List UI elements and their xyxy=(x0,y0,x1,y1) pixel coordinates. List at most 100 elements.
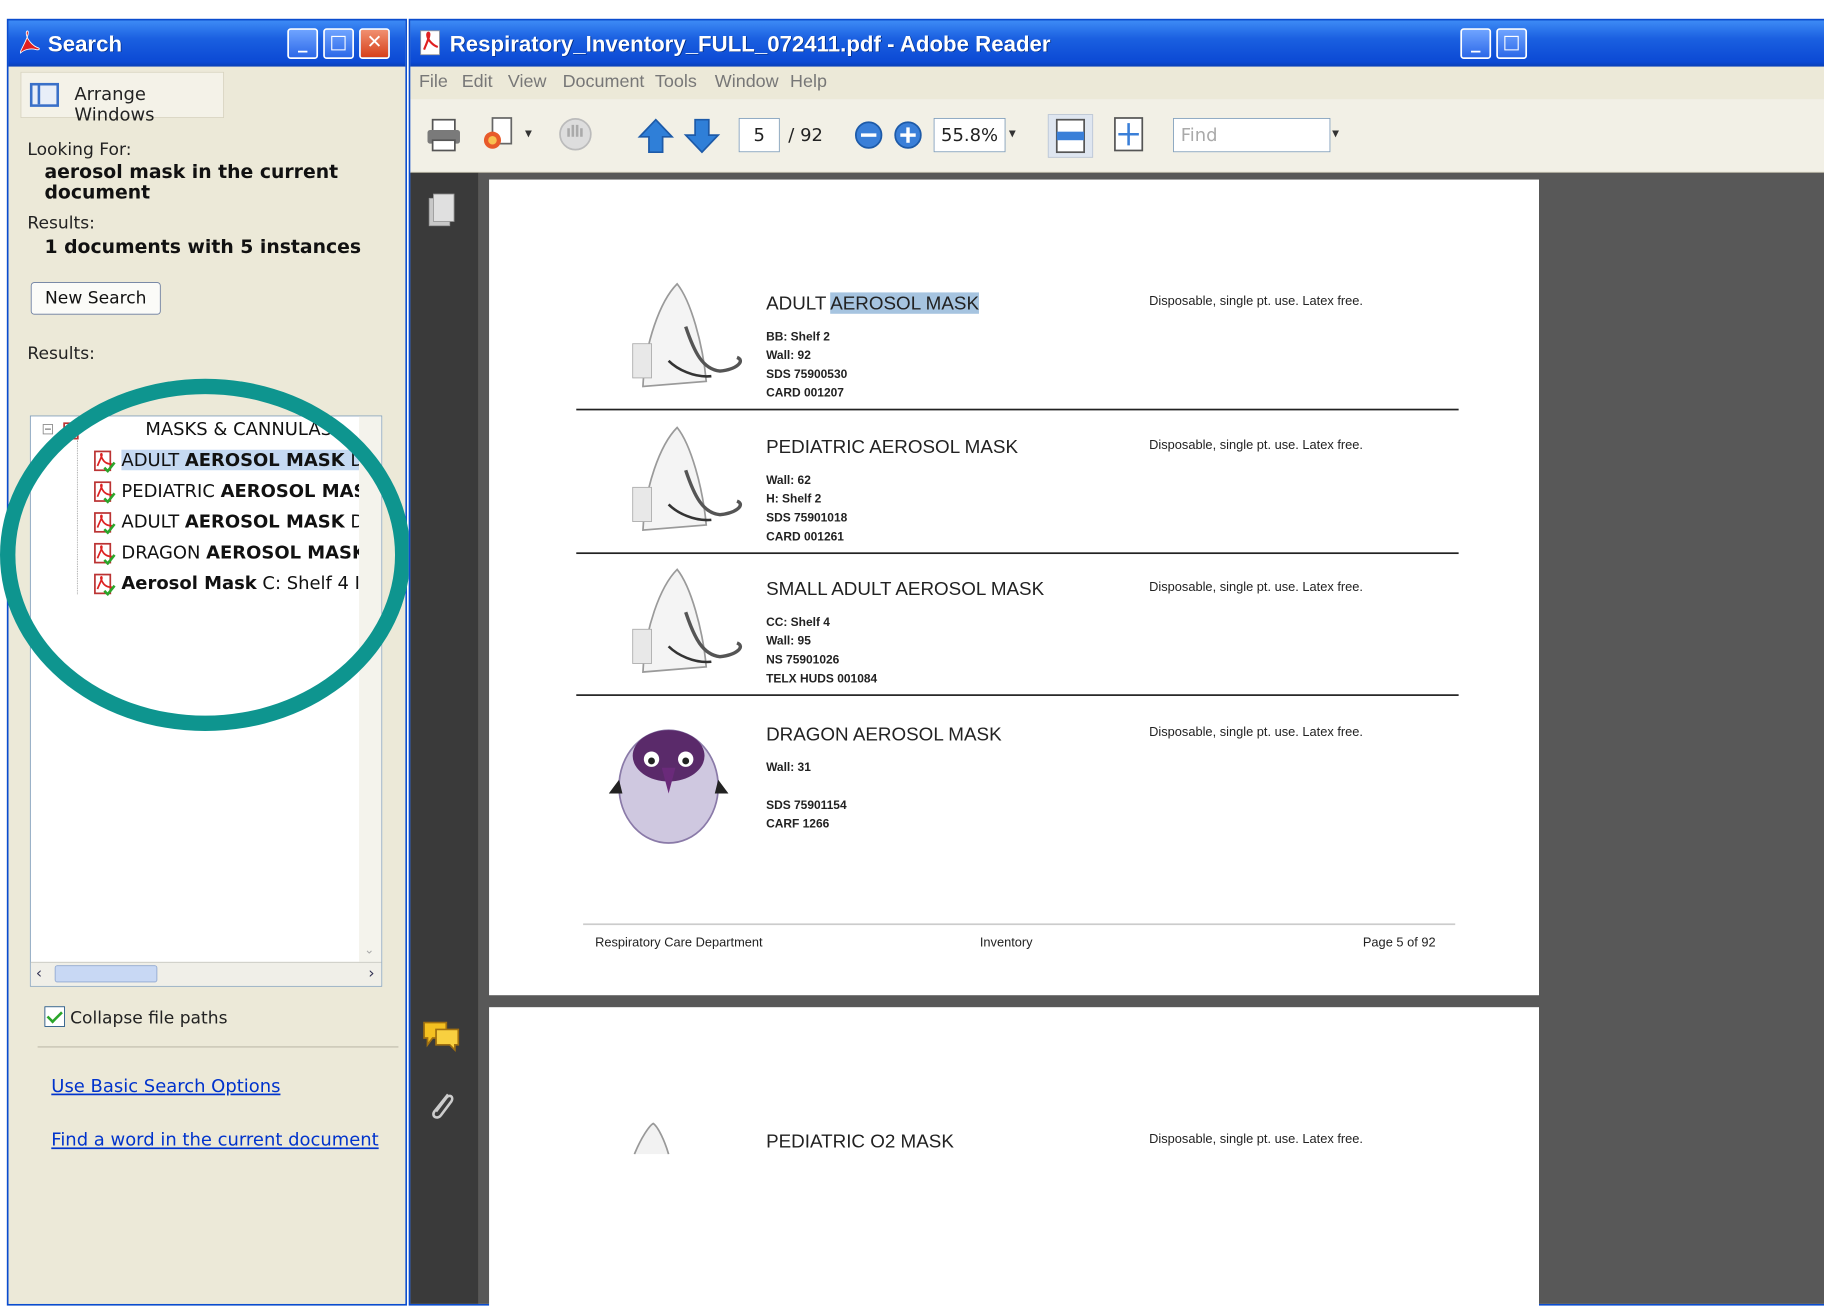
results-summary: 1 documents with 5 instances xyxy=(44,236,362,259)
menu-document[interactable]: Document xyxy=(563,72,645,93)
menu-help[interactable]: Help xyxy=(790,72,827,93)
result-item[interactable]: ADULT AEROSOL MASK Disposable xyxy=(31,447,360,474)
maximize-button[interactable]: □ xyxy=(323,28,354,59)
result-match: AEROSOL MASK xyxy=(184,511,345,532)
next-page-icon[interactable] xyxy=(682,116,721,155)
minimize-button[interactable]: _ xyxy=(287,28,319,59)
item-detail-line: BB: Shelf 2 xyxy=(766,329,830,343)
find-dropdown-icon[interactable]: ▾ xyxy=(1332,125,1339,141)
mask-image xyxy=(633,1122,670,1155)
minimize-icon: _ xyxy=(1471,31,1481,54)
scroll-left-icon[interactable]: ‹ xyxy=(36,964,42,982)
reader-titlebar[interactable]: Respiratory_Inventory_FULL_072411.pdf - … xyxy=(410,20,1824,67)
item-description: Disposable, single pt. use. Latex free. xyxy=(1149,294,1364,309)
item-title: DRAGON AEROSOL MASK xyxy=(766,723,1002,745)
result-match: AEROSOL MASK xyxy=(184,449,345,471)
menu-bar: File Edit View Document Tools Window Hel… xyxy=(410,66,1824,100)
result-item[interactable]: DRAGON AEROSOL MASK Disposable xyxy=(31,540,359,567)
item-separator xyxy=(576,694,1459,696)
menu-window[interactable]: Window xyxy=(715,72,779,93)
attachments-icon[interactable] xyxy=(424,1086,458,1124)
item-description: Disposable, single pt. use. Latex free. xyxy=(1149,579,1364,595)
item-detail-line: SDS 75901154 xyxy=(766,797,847,812)
find-input[interactable]: Find xyxy=(1173,117,1331,153)
reader-maximize-button[interactable]: □ xyxy=(1496,28,1528,59)
arrange-windows-label: Arrange Windows xyxy=(74,83,155,125)
page-number-input[interactable]: 5 xyxy=(738,117,780,153)
results-list-label: Results: xyxy=(27,342,95,364)
zoom-level-input[interactable]: 55.8% xyxy=(933,117,1006,153)
item-description: Disposable, single pt. use. Latex free. xyxy=(1149,725,1364,740)
print-icon[interactable] xyxy=(424,115,463,154)
fit-page-icon[interactable] xyxy=(1110,115,1149,154)
zoom-out-icon[interactable] xyxy=(853,120,884,151)
pdf-result-icon xyxy=(94,450,116,473)
footer-left: Respiratory Care Department xyxy=(595,935,763,950)
divider xyxy=(37,1046,399,1048)
fit-width-icon[interactable] xyxy=(1047,113,1095,159)
menu-file[interactable]: File xyxy=(419,72,448,93)
item-title: PEDIATRIC AEROSOL MASK xyxy=(766,436,1018,458)
page-total: / 92 xyxy=(788,124,823,146)
item-separator xyxy=(576,408,1459,411)
reader-title: Respiratory_Inventory_FULL_072411.pdf - … xyxy=(449,30,1051,57)
scroll-right-icon[interactable]: › xyxy=(368,964,374,982)
item-title: ADULT AEROSOL MASK xyxy=(766,292,979,314)
find-word-link[interactable]: Find a word in the current document xyxy=(51,1129,378,1150)
zoom-dropdown-icon[interactable]: ▾ xyxy=(1009,125,1016,141)
collapse-file-paths-label: Collapse file paths xyxy=(70,1007,228,1028)
result-item[interactable]: ADULT AEROSOL MASK Disposable xyxy=(31,509,359,536)
footer-rule xyxy=(583,923,1456,926)
tree-root[interactable]: − MASKS & CANNULAS xyxy=(31,416,356,443)
result-label: ADULT AEROSOL MASK Disposable xyxy=(121,449,360,471)
collapse-file-paths-checkbox[interactable] xyxy=(44,1006,65,1027)
dropdown-arrow-icon[interactable]: ▾ xyxy=(525,125,532,141)
arrange-windows-button[interactable]: Arrange Windows xyxy=(20,71,225,125)
page-5: ADULT AEROSOL MASK Disposable, single pt.… xyxy=(489,179,1539,996)
item-detail-line: CARD 001261 xyxy=(766,529,844,543)
menu-edit[interactable]: Edit xyxy=(462,72,493,93)
scroll-thumb[interactable] xyxy=(54,965,158,983)
next-item-title: PEDIATRIC O2 MASK xyxy=(766,1130,954,1152)
item-detail-line: Wall: 92 xyxy=(766,347,811,362)
close-button[interactable]: ✕ xyxy=(359,28,390,59)
looking-for-label: Looking For: xyxy=(27,138,132,160)
scroll-down-icon[interactable]: ⌄ xyxy=(364,943,374,957)
results-label: Results: xyxy=(27,212,95,233)
query-text-line1: aerosol mask in the current xyxy=(44,161,339,183)
search-window: Search _ □ ✕ Arrange Windows Looking For… xyxy=(0,18,411,1306)
share-icon[interactable] xyxy=(481,115,520,154)
toolbar: ▾ 5 / 92 55.8% ▾ Find ▾ xyxy=(410,99,1824,173)
reader-minimize-button[interactable]: _ xyxy=(1460,28,1492,59)
menu-tools[interactable]: Tools xyxy=(655,72,697,93)
item-detail-line: CC: Shelf 4 xyxy=(766,614,830,629)
item-title-text: PEDIATRIC AEROSOL MASK xyxy=(766,436,1018,458)
item-title-highlight: AEROSOL MASK xyxy=(830,292,979,314)
result-label: Aerosol Mask C: Shelf 4 IPV xyxy=(121,573,359,594)
aerosol-mask-image xyxy=(632,282,743,388)
result-pre: ADULT xyxy=(121,511,185,532)
search-panel: Arrange Windows Looking For: aerosol mas… xyxy=(0,66,411,1304)
aerosol-mask-image xyxy=(632,426,743,532)
folder-result-icon xyxy=(63,420,84,440)
zoom-in-icon[interactable] xyxy=(893,120,924,151)
vertical-scrollbar[interactable]: ⌄ xyxy=(359,416,382,962)
pages-icon[interactable] xyxy=(426,192,457,230)
previous-page-icon[interactable] xyxy=(636,116,675,155)
result-item[interactable]: Aerosol Mask C: Shelf 4 IPV xyxy=(31,570,359,597)
menu-view[interactable]: View xyxy=(508,72,547,93)
tree-root-label: MASKS & CANNULAS xyxy=(145,418,333,440)
dragon-mask-image xyxy=(608,729,729,844)
comments-icon[interactable] xyxy=(421,1019,462,1053)
basic-search-options-link[interactable]: Use Basic Search Options xyxy=(51,1076,280,1097)
search-titlebar[interactable]: Search _ □ ✕ xyxy=(8,20,406,67)
new-search-button[interactable]: New Search xyxy=(30,282,161,315)
item-title-text: ADULT xyxy=(766,292,831,314)
item-detail-line: Wall: 95 xyxy=(766,633,811,648)
horizontal-scrollbar[interactable]: ‹ › xyxy=(30,961,382,986)
hand-tool-icon[interactable] xyxy=(556,115,595,154)
item-detail-line: NS 75901026 xyxy=(766,652,840,667)
collapse-toggle-icon[interactable]: − xyxy=(42,424,54,435)
result-match: AEROSOL MASK xyxy=(220,480,360,502)
result-item[interactable]: PEDIATRIC AEROSOL MASK xyxy=(31,478,359,505)
